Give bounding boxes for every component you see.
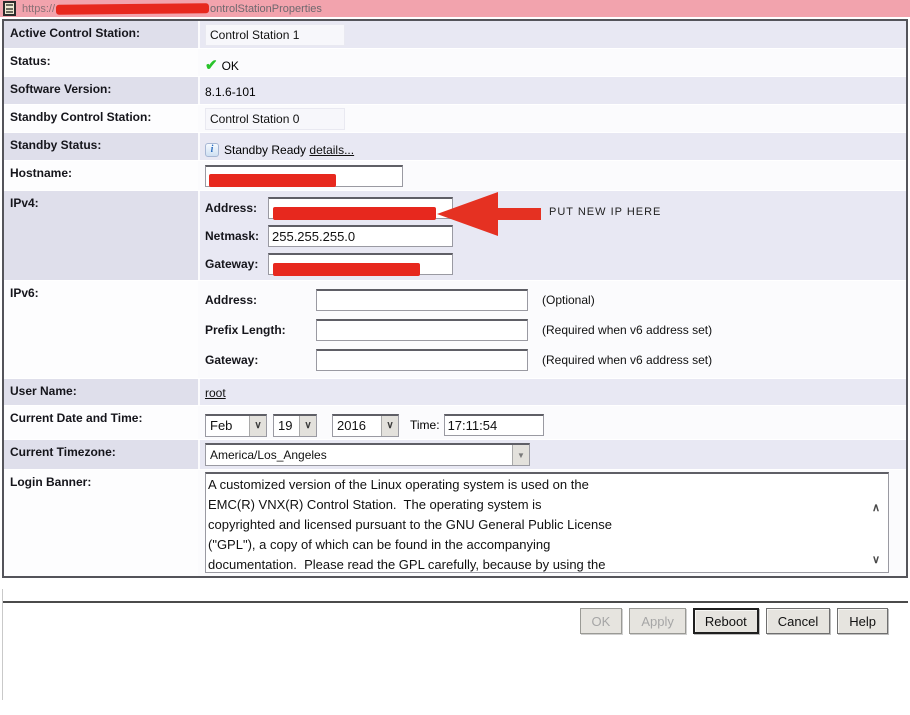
ipv6-prefix-length-label: Prefix Length:: [205, 323, 286, 337]
row-current-timezone: Current Timezone: America/Los_Angeles ▼: [4, 440, 906, 470]
info-icon: i: [205, 142, 219, 157]
hostname-redaction: [209, 174, 336, 187]
ipv6-address-label: Address:: [205, 293, 258, 307]
user-name-link[interactable]: root: [205, 386, 226, 400]
ipv4-gateway-label: Gateway:: [205, 257, 259, 271]
url-redaction: [55, 2, 210, 15]
year-chevron-down-icon[interactable]: ∨: [381, 415, 398, 436]
red-arrow-icon: [437, 192, 498, 236]
button-divider: [2, 601, 908, 603]
scrollbar-down-icon[interactable]: ∨: [872, 553, 880, 566]
window-left-edge: [2, 589, 3, 700]
timezone-select[interactable]: America/Los_Angeles ▼: [205, 443, 530, 466]
status-label: Status:: [4, 49, 200, 76]
year-select[interactable]: 2016 ∨: [332, 413, 399, 437]
row-active-control-station: Active Control Station: Control Station …: [4, 21, 906, 49]
green-check-icon: ✔: [205, 57, 218, 74]
month-select[interactable]: Feb ∨: [205, 413, 267, 437]
row-current-date-time: Current Date and Time: Feb ∨ 19 ∨ 2016 ∨…: [4, 406, 906, 440]
user-name-label: User Name:: [4, 379, 200, 405]
timezone-select-value: America/Los_Angeles: [210, 448, 327, 462]
url-suffix: ontrolStationProperties: [210, 2, 322, 15]
standby-status-value: Standby Ready: [224, 142, 307, 157]
login-banner-label: Login Banner:: [4, 470, 200, 576]
standby-control-station-value: Control Station 0: [205, 108, 345, 130]
ipv6-prefix-length-note: (Required when v6 address set): [542, 323, 713, 337]
ipv4-netmask-label: Netmask:: [205, 229, 260, 243]
reboot-button[interactable]: Reboot: [692, 608, 759, 634]
year-select-value: 2016: [337, 418, 366, 433]
ipv6-address-note: (Optional): [542, 293, 595, 307]
ipv4-netmask-input[interactable]: [268, 225, 453, 247]
status-value: OK: [221, 58, 239, 73]
time-label: Time:: [410, 418, 440, 432]
ipv4-address-label: Address:: [205, 201, 258, 215]
page-icon: [3, 1, 16, 16]
url-text: https:// ontrolStationProperties: [22, 3, 322, 15]
time-input[interactable]: [443, 414, 544, 436]
help-button[interactable]: Help: [837, 608, 888, 634]
timezone-dropdown-icon[interactable]: ▼: [512, 445, 529, 465]
row-software-version: Software Version: 8.1.6-101: [4, 77, 906, 105]
month-chevron-down-icon[interactable]: ∨: [249, 415, 266, 436]
row-hostname: Hostname:: [4, 161, 906, 191]
row-standby-control-station: Standby Control Station: Control Station…: [4, 105, 906, 133]
ok-button[interactable]: OK: [579, 608, 623, 634]
ipv6-gateway-label: Gateway:: [205, 353, 259, 367]
ipv6-label: IPv6:: [4, 281, 200, 378]
cancel-button[interactable]: Cancel: [765, 608, 831, 634]
ipv4-address-redaction: [273, 207, 436, 220]
row-standby-status: Standby Status: i Standby Ready details.…: [4, 133, 906, 161]
login-banner-textarea[interactable]: A customized version of the Linux operat…: [205, 472, 889, 573]
ipv4-gateway-redaction: [273, 263, 420, 276]
active-control-station-label: Active Control Station:: [4, 21, 200, 48]
ipv6-gateway-note: (Required when v6 address set): [542, 353, 713, 367]
properties-table: Active Control Station: Control Station …: [2, 19, 908, 578]
month-select-value: Feb: [210, 418, 233, 433]
current-date-time-label: Current Date and Time:: [4, 406, 200, 439]
annotation-text: PUT NEW IP HERE: [549, 206, 662, 218]
row-status: Status: ✔ OK: [4, 49, 906, 77]
ipv6-gateway-input[interactable]: [316, 349, 528, 371]
day-select[interactable]: 19 ∨: [273, 413, 317, 437]
apply-button[interactable]: Apply: [629, 608, 686, 634]
scrollbar-up-icon[interactable]: ∧: [872, 501, 880, 514]
standby-details-link[interactable]: details...: [309, 143, 354, 157]
ipv6-prefix-length-input[interactable]: [316, 319, 528, 341]
hostname-label: Hostname:: [4, 161, 200, 190]
day-select-value: 19: [278, 418, 293, 433]
button-row: OK Apply Reboot Cancel Help: [579, 608, 888, 634]
url-prefix: https://: [22, 2, 56, 15]
standby-control-station-label: Standby Control Station:: [4, 105, 200, 132]
row-ipv6: IPv6: Address: (Optional) Prefix Length:…: [4, 281, 906, 379]
standby-status-label: Standby Status:: [4, 133, 200, 160]
day-chevron-down-icon[interactable]: ∨: [299, 415, 316, 436]
row-login-banner: Login Banner: A customized version of th…: [4, 470, 906, 576]
software-version-value: 8.1.6-101: [205, 85, 256, 99]
software-version-label: Software Version:: [4, 77, 200, 104]
ipv4-label: IPv4:: [4, 191, 200, 280]
red-arrow-tail: [497, 208, 541, 220]
current-timezone-label: Current Timezone:: [4, 440, 200, 469]
control-station-properties-window: https:// ontrolStationProperties Active …: [0, 0, 910, 715]
active-control-station-value: Control Station 1: [205, 24, 345, 46]
row-user-name: User Name: root: [4, 379, 906, 406]
titlebar: https:// ontrolStationProperties: [0, 0, 910, 17]
ipv6-address-input[interactable]: [316, 289, 528, 311]
